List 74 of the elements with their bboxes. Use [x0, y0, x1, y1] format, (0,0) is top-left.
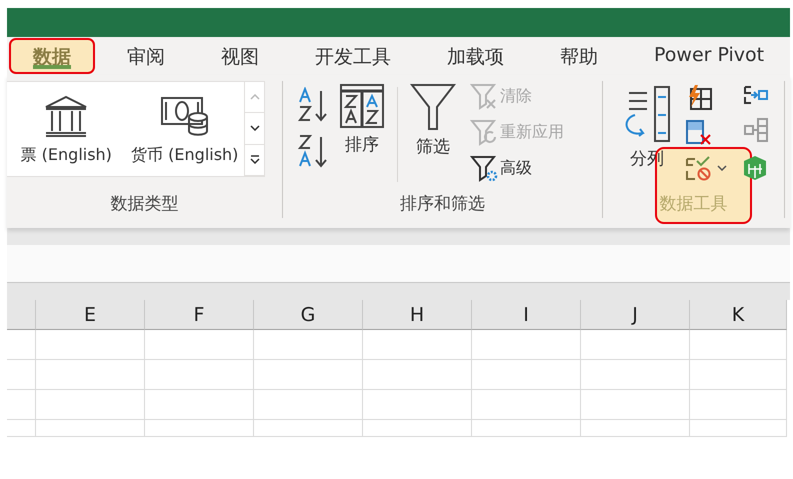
caret-up-icon — [250, 94, 260, 100]
row-header — [7, 330, 36, 360]
group-label: 排序和筛选 — [399, 193, 486, 216]
filter-clear-icon — [470, 82, 498, 110]
expand-icon — [250, 155, 260, 164]
cell[interactable] — [254, 420, 363, 437]
ribbon-tab[interactable]: 审阅 — [103, 38, 189, 74]
column-header[interactable]: K — [690, 300, 787, 330]
relationships-button[interactable] — [741, 115, 771, 145]
column-header[interactable]: I — [472, 300, 581, 330]
active-tab-underline — [33, 65, 71, 69]
group-label: 数据工具 — [658, 193, 728, 216]
filter-action-button[interactable]: 高级 — [468, 153, 534, 183]
data-validation-icon — [685, 155, 711, 181]
column-header[interactable]: J — [581, 300, 690, 330]
filter-gear-icon — [470, 154, 498, 182]
ribbon-tab[interactable]: 帮助 — [536, 38, 622, 74]
sort-dialog-icon — [339, 83, 385, 129]
cell[interactable] — [363, 420, 472, 437]
cell[interactable] — [581, 330, 690, 360]
bank-icon — [43, 95, 90, 137]
cell[interactable] — [254, 330, 363, 360]
consolidate-button[interactable] — [741, 83, 771, 107]
ribbon-tab[interactable]: 视图 — [197, 38, 283, 74]
cell[interactable] — [581, 390, 690, 420]
cell[interactable] — [36, 360, 145, 390]
cell[interactable] — [254, 360, 363, 390]
cell[interactable] — [145, 360, 254, 390]
row-header-column — [7, 300, 36, 330]
banknote-coins-icon — [160, 95, 210, 137]
sort-button[interactable]: 排序 — [335, 81, 389, 190]
cube-icon — [743, 155, 767, 181]
sort-ascending-icon — [297, 87, 329, 123]
caret-down-icon — [717, 165, 727, 171]
cell[interactable] — [145, 420, 254, 437]
sort-descending-icon — [297, 133, 329, 169]
cell[interactable] — [581, 420, 690, 437]
consolidate-icon — [743, 85, 769, 105]
data-type-button[interactable]: 票 (English) — [7, 82, 126, 176]
cell[interactable] — [363, 330, 472, 360]
cell[interactable] — [472, 360, 581, 390]
cell[interactable] — [254, 390, 363, 420]
group-label: 数据类型 — [110, 193, 180, 216]
row-header — [7, 360, 36, 390]
ribbon-tab[interactable]: 加载项 — [423, 38, 528, 74]
cell[interactable] — [690, 420, 787, 437]
cell[interactable] — [690, 360, 787, 390]
column-header[interactable]: E — [36, 300, 145, 330]
cell[interactable] — [690, 390, 787, 420]
caret-down-icon — [250, 125, 260, 132]
cell[interactable] — [581, 360, 690, 390]
cell[interactable] — [472, 420, 581, 437]
cell[interactable] — [363, 390, 472, 420]
cell[interactable] — [145, 330, 254, 360]
remove-duplicates-icon — [685, 119, 713, 147]
cell[interactable] — [472, 390, 581, 420]
funnel-icon — [410, 83, 456, 131]
ribbon-tab[interactable]: 开发工具 — [291, 38, 415, 74]
column-header[interactable]: H — [363, 300, 472, 330]
cell[interactable] — [36, 420, 145, 437]
data-type-button[interactable]: 货币 (English) — [126, 82, 244, 176]
data-model-button[interactable] — [741, 153, 769, 183]
cell[interactable] — [36, 390, 145, 420]
column-header[interactable]: G — [254, 300, 363, 330]
filter-button[interactable]: 筛选 — [406, 81, 460, 190]
ribbon-tab[interactable]: Power Pivot — [630, 38, 788, 74]
cell[interactable] — [145, 390, 254, 420]
relationships-icon — [743, 117, 769, 143]
cell[interactable] — [690, 330, 787, 360]
column-header[interactable]: F — [145, 300, 254, 330]
cell[interactable] — [36, 330, 145, 360]
filter-reapply-icon — [470, 118, 498, 146]
cell[interactable] — [363, 360, 472, 390]
cell[interactable] — [472, 330, 581, 360]
